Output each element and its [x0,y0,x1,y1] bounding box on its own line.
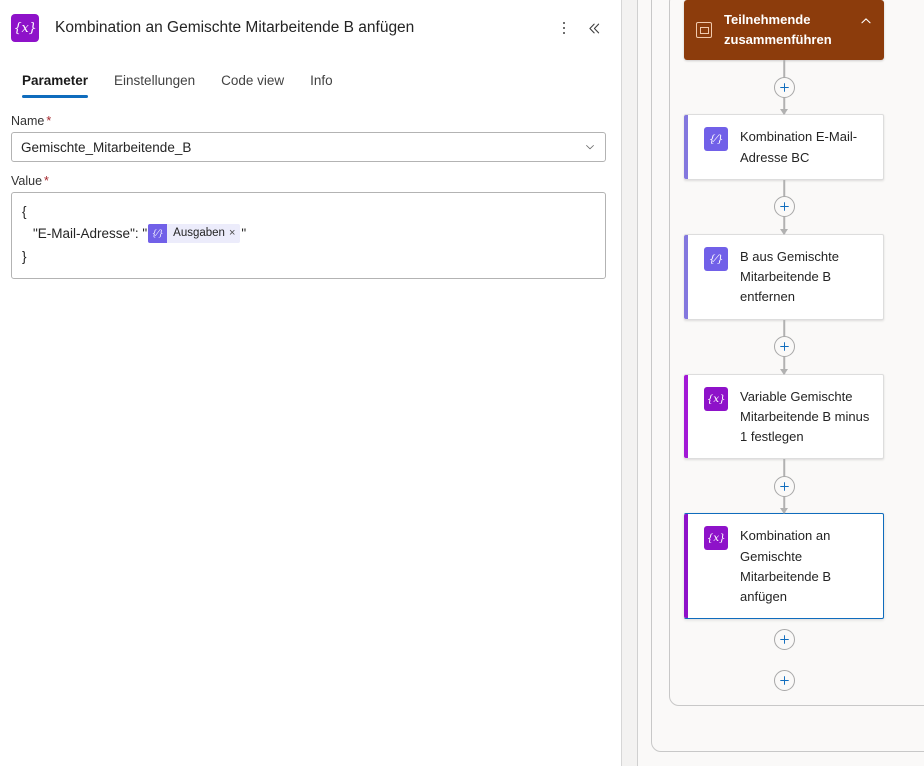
parameter-form: Name* Gemischte_Mitarbeitende_B Value* [0,98,621,279]
name-combobox[interactable]: Gemischte_Mitarbeitende_B [11,132,606,162]
add-step-connector [684,459,884,514]
expression-icon: {⁄} [148,224,168,244]
code-property-suffix: " [241,226,247,242]
code-line-open-brace: { [22,204,27,219]
name-label-text: Name [11,114,45,128]
expression-token[interactable]: {⁄} Ausgaben × [148,224,241,244]
variable-braces-icon: {x} [11,14,39,42]
chevron-up-icon[interactable] [859,14,873,33]
value-label-text: Value [11,174,43,188]
action-node-title: Kombination E-Mail-Adresse BC [740,129,858,165]
ellipsis-glyph [562,21,566,35]
action-node-title: Kombination an Gemischte Mitarbeitende B… [740,528,832,605]
name-field-group: Name * Gemischte_Mitarbeitende_B [11,114,606,162]
app-root: {x} Kombination an Gemischte Mitarbeiten… [0,0,924,766]
add-step-connector-scope-end [684,619,884,659]
workflow-canvas[interactable]: Teilnehmende zusammenführen {⁄} Kombinat… [622,0,924,766]
canvas-left-rail [622,0,638,766]
action-node-kombination-an-gemischte-mitarbeitende-b-anfuegen[interactable]: {x} Kombination an Gemischte Mitarbeiten… [684,513,884,620]
action-node-b-aus-gemischte-mitarbeitende-b-entfernen[interactable]: {⁄} B aus Gemischte Mitarbeitende B entf… [684,233,884,320]
tab-einstellungen[interactable]: Einstellungen [104,69,205,98]
action-details-panel: {x} Kombination an Gemischte Mitarbeiten… [0,0,622,766]
add-step-connector-flow-end [684,659,884,701]
add-step-button[interactable] [773,475,795,497]
add-step-connector [684,319,884,374]
tab-parameter[interactable]: Parameter [12,69,98,98]
set-variable-icon: {x} [704,526,728,551]
panel-header: {x} Kombination an Gemischte Mitarbeiten… [0,0,621,56]
add-step-button[interactable] [773,336,795,358]
action-node-title: B aus Gemischte Mitarbeitende B entferne… [740,248,839,305]
scope-node-title: Teilnehmende zusammenführen [724,12,832,48]
add-step-connector [684,179,884,234]
value-field-label: Value * [11,174,606,188]
required-marker: * [46,114,52,128]
page-title: Kombination an Gemischte Mitarbeitende B… [55,19,415,36]
add-step-button[interactable] [773,628,795,650]
code-line-close-brace: } [22,248,27,264]
add-step-button[interactable] [773,196,795,218]
panel-tabs: Parameter Einstellungen Code view Info [0,58,621,98]
required-marker: * [44,174,49,188]
action-node-variable-gemischte-mitarbeitende-b-minus-1-festlegen[interactable]: {x} Variable Gemischte Mitarbeitende B m… [684,373,884,460]
set-variable-icon: {x} [704,386,728,411]
expression-token-label: Ausgaben [173,227,225,240]
workflow-flow: Teilnehmende zusammenführen {⁄} Kombinat… [684,0,884,701]
scope-frame-icon [696,22,712,39]
value-field-group: Value * { "E-Mail-Adresse": "{⁄} Ausgaben ×… [11,174,606,279]
tab-code-view[interactable]: Code view [211,69,294,98]
code-property-prefix: "E-Mail-Adresse": " [33,226,148,242]
collapse-panel-icon[interactable] [581,15,607,41]
add-step-connector [684,60,884,115]
add-step-button[interactable] [773,76,795,98]
compose-expression-icon: {⁄} [704,127,728,152]
compose-expression-icon: {⁄} [704,246,728,271]
remove-token-icon[interactable]: × [229,228,235,239]
name-field-label: Name * [11,114,606,128]
name-input[interactable]: Gemischte_Mitarbeitende_B [21,140,191,155]
add-step-button[interactable] [773,669,795,691]
scope-node-teilnehmende-zusammenfuehren[interactable]: Teilnehmende zusammenführen [684,0,884,61]
action-node-title: Variable Gemischte Mitarbeitende B minus… [740,388,870,445]
value-editor[interactable]: { "E-Mail-Adresse": "{⁄} Ausgaben × " } [11,192,606,279]
chevron-down-icon[interactable] [584,141,596,153]
action-node-kombination-email-adresse-bc[interactable]: {⁄} Kombination E-Mail-Adresse BC [684,114,884,180]
more-options-icon[interactable] [551,15,577,41]
tab-info[interactable]: Info [300,69,343,98]
code-line-property: "E-Mail-Adresse": "{⁄} Ausgaben × " [22,223,595,245]
